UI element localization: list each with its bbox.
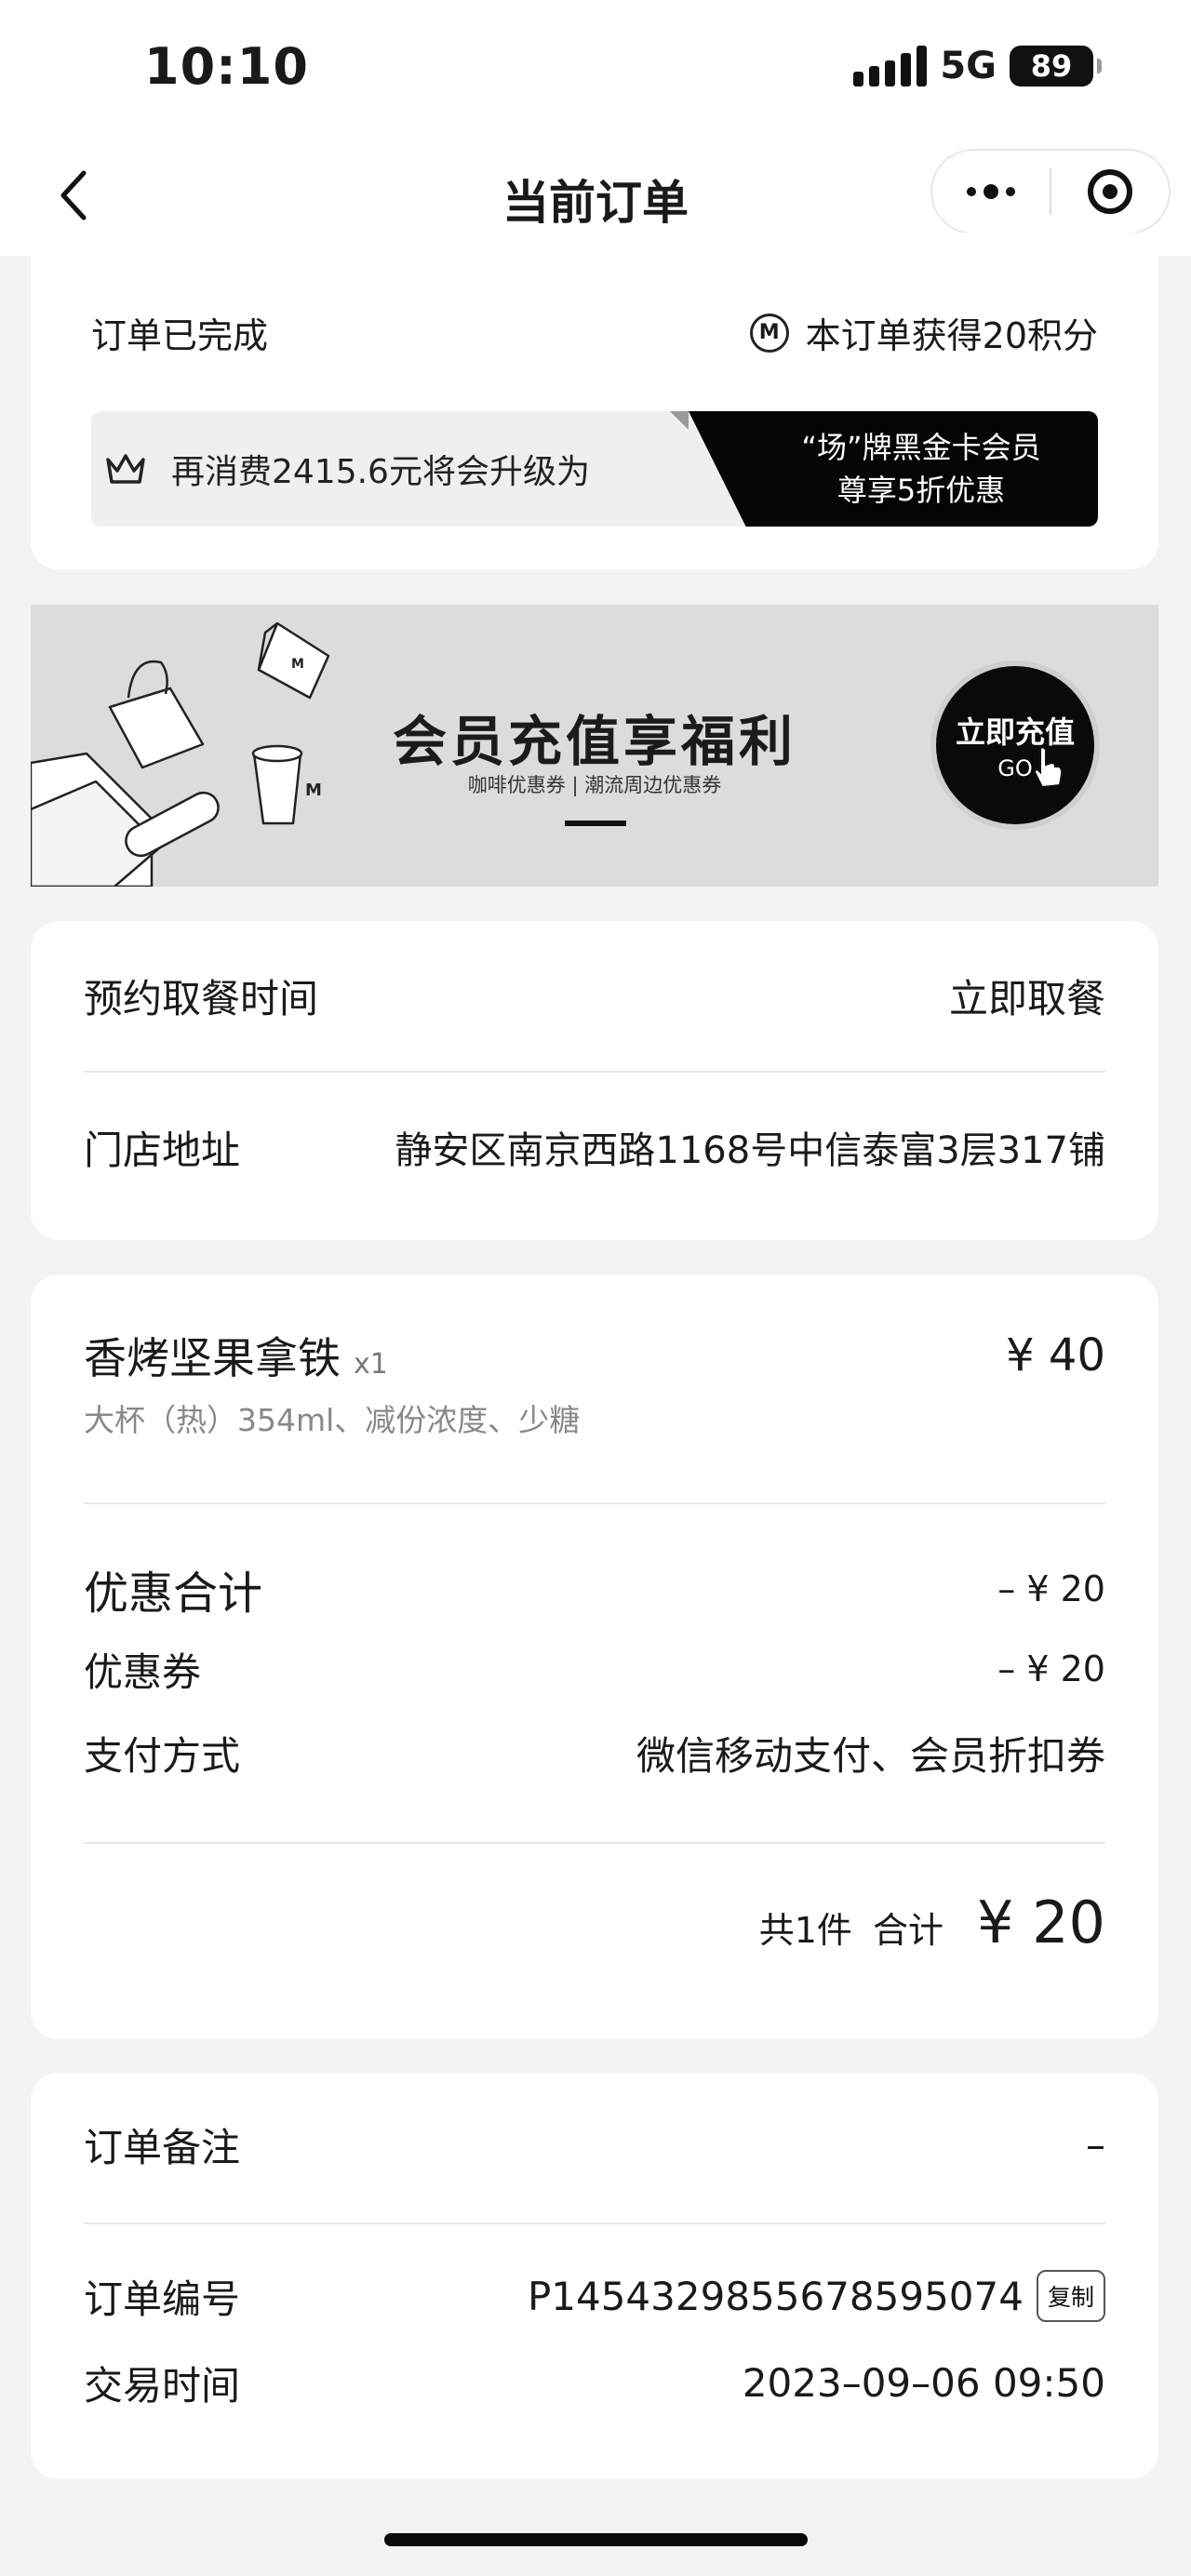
- network-type: 5G: [940, 45, 997, 87]
- svg-text:M: M: [291, 657, 304, 672]
- recharge-go-text: GO: [997, 755, 1033, 781]
- signal-icon: [853, 46, 928, 87]
- order-number-group: P1454329855678595074 复制: [528, 2270, 1105, 2322]
- order-number-value: P1454329855678595074: [527, 2273, 1024, 2319]
- store-address-label: 门店地址: [84, 1127, 241, 1173]
- store-address-value: 静安区南京西路1168号中信泰富3层317铺: [395, 1129, 1105, 1172]
- order-status-row: 订单已完成 M 本订单获得20积分: [91, 307, 1098, 358]
- store-address-row: 门店地址 静安区南京西路1168号中信泰富3层317铺: [84, 1110, 1105, 1184]
- coupon-value: – ¥ 20: [997, 1648, 1105, 1689]
- banner-underline: [565, 821, 626, 826]
- item-name: 香烤坚果拿铁: [84, 1333, 341, 1383]
- order-items-card: 香烤坚果拿铁 x1 ¥ 40 大杯（热）354ml、减份浓度、少糖 优惠合计 – …: [31, 1275, 1158, 2039]
- order-info-card: 订单备注 – 订单编号 P1454329855678595074 复制 交易时间…: [31, 2073, 1158, 2479]
- item-row: 香烤坚果拿铁 x1 ¥ 40: [84, 1323, 1105, 1388]
- divider: [84, 1842, 1105, 1844]
- payment-method-label: 支付方式: [84, 1732, 241, 1779]
- status-bar: 10:10 5G 89: [0, 0, 1191, 140]
- divider: [84, 2222, 1105, 2224]
- item-count: 共1件: [758, 1910, 852, 1951]
- total-amount: ¥ 20: [976, 1889, 1105, 1956]
- payment-method-value: 微信移动支付、会员折扣券: [636, 1732, 1105, 1779]
- divider: [84, 1502, 1105, 1504]
- upgrade-info: 再消费2415.6元将会升级为: [104, 411, 590, 527]
- transaction-time-row: 交易时间 2023–09–06 09:50: [84, 2350, 1105, 2415]
- discount-total-label: 优惠合计: [84, 1568, 263, 1620]
- upgrade-tier-badge: “场”牌黑金卡会员 尊享5折优惠: [689, 411, 1098, 527]
- divider: [84, 1071, 1105, 1073]
- upgrade-fold-decoration: [670, 411, 689, 430]
- order-note-label: 订单备注: [84, 2124, 241, 2170]
- target-icon: [1088, 169, 1132, 214]
- recharge-now-button[interactable]: 立即充值 GO: [930, 661, 1100, 830]
- crown-icon: [106, 454, 145, 484]
- transaction-time-label: 交易时间: [84, 2362, 241, 2409]
- pickup-info-card: 预约取餐时间 立即取餐 门店地址 静安区南京西路1168号中信泰富3层317铺: [31, 921, 1158, 1240]
- status-time: 10:10: [144, 37, 309, 96]
- item-spec: 大杯（热）354ml、减份浓度、少糖: [84, 1402, 581, 1438]
- more-button[interactable]: [932, 151, 1050, 233]
- upgrade-tier-benefit: 尊享5折优惠: [836, 473, 1006, 508]
- pickup-time-row: 预约取餐时间 立即取餐: [84, 958, 1105, 1033]
- order-status-text: 订单已完成: [91, 315, 269, 356]
- order-number-row: 订单编号 P1454329855678595074 复制: [84, 2263, 1105, 2329]
- brand-m-icon: M: [749, 313, 789, 353]
- item-qty: x1: [354, 1348, 388, 1381]
- close-miniprogram-button[interactable]: [1051, 151, 1169, 233]
- order-total-row: 共1件 合计 ¥ 20: [759, 1889, 1105, 1956]
- coupon-row: 优惠券 – ¥ 20: [84, 1641, 1105, 1697]
- miniprogram-capsule: [930, 149, 1171, 234]
- item-price: ¥ 40: [1006, 1329, 1105, 1381]
- status-indicators: 5G 89: [853, 45, 1102, 87]
- discount-total-value: – ¥ 20: [997, 1568, 1105, 1609]
- upgrade-text: 再消费2415.6元将会升级为: [171, 453, 590, 491]
- upgrade-tier-name: “场”牌黑金卡会员: [801, 430, 1041, 465]
- order-number-label: 订单编号: [84, 2276, 241, 2322]
- points-text: 本订单获得20积分: [805, 315, 1098, 356]
- coupon-label: 优惠券: [84, 1648, 202, 1695]
- member-upgrade-bar[interactable]: 再消费2415.6元将会升级为 “场”牌黑金卡会员 尊享5折优惠: [91, 411, 1098, 527]
- transaction-time-value: 2023–09–06 09:50: [742, 2359, 1105, 2406]
- more-dots-icon: [967, 184, 1015, 199]
- home-indicator[interactable]: [384, 2533, 808, 2546]
- pointer-hand-icon: [1033, 746, 1064, 789]
- recharge-banner[interactable]: M M 会员充值享福利 咖啡优惠券 | 潮流周边优惠券 立即充值 GO: [31, 605, 1158, 887]
- item-title: 香烤坚果拿铁 x1: [84, 1325, 388, 1386]
- copy-button[interactable]: 复制: [1036, 2270, 1105, 2322]
- order-note-value: –: [1086, 2121, 1105, 2168]
- order-note-row: 订单备注 –: [84, 2112, 1105, 2177]
- payment-method-row: 支付方式 微信移动支付、会员折扣券: [84, 1725, 1105, 1781]
- order-status-card: 订单已完成 M 本订单获得20积分 再消费2415.6元将会升级为 “场”牌黑金…: [31, 233, 1158, 569]
- points-earned: M 本订单获得20积分: [749, 307, 1098, 358]
- pickup-time-label: 预约取餐时间: [84, 975, 319, 1021]
- total-label: 合计: [872, 1910, 943, 1951]
- battery-icon: 89: [1010, 46, 1102, 87]
- pickup-time-value: 立即取餐: [948, 975, 1105, 1021]
- discount-total-row: 优惠合计 – ¥ 20: [84, 1559, 1105, 1620]
